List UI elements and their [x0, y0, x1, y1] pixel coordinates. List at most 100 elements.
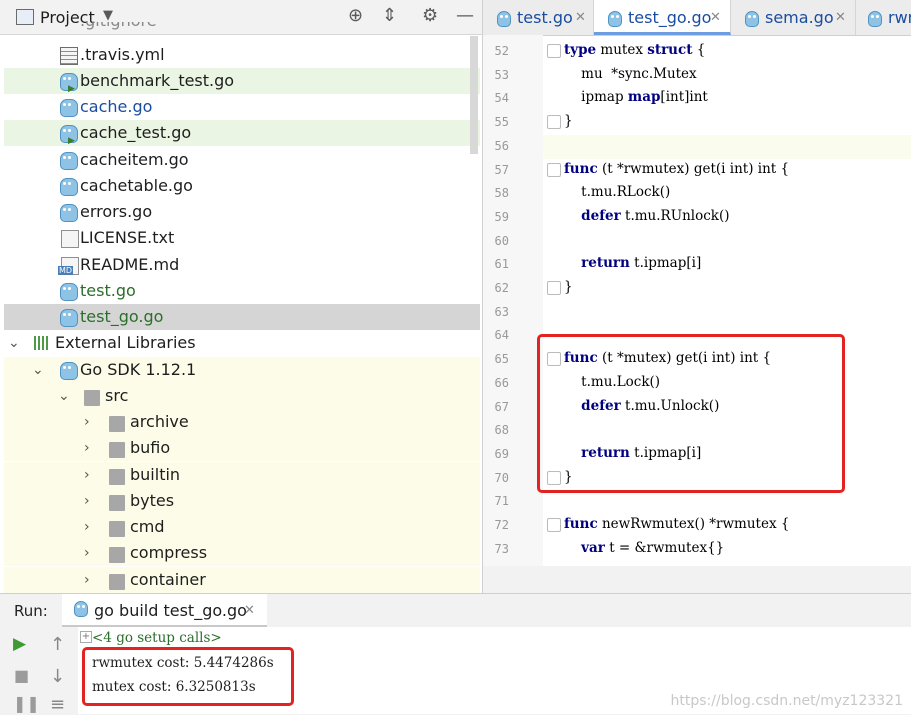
line-number: 52 [494, 44, 509, 58]
setup-calls[interactable]: <4 go setup calls> [92, 630, 222, 646]
line-number: 67 [494, 399, 509, 414]
folder-label: cmd [130, 517, 165, 536]
file-gitignore[interactable]: .gitignore [4, 22, 480, 34]
file-label: cachetable.go [80, 176, 193, 195]
chevron-right-icon[interactable]: › [84, 567, 90, 593]
file-travis-yml[interactable]: .travis.yml [4, 42, 480, 68]
close-icon[interactable]: ✕ [835, 0, 846, 35]
go-file-icon [497, 11, 511, 27]
fold-marker-icon[interactable] [547, 115, 561, 130]
line-number: 53 [494, 67, 509, 82]
line-number: 66 [494, 375, 509, 390]
folder-icon [109, 547, 125, 563]
project-panel: Project ▼ ⊕ ⇕ ⚙ — .gitignore .travis.yml… [0, 0, 483, 593]
tab-label: rwm [888, 8, 911, 27]
folder-bufio[interactable]: › bufio [4, 435, 480, 461]
go-file-icon [60, 204, 78, 222]
folder-icon [84, 390, 100, 406]
run-tab[interactable]: go build test_go.go ✕ [62, 594, 267, 627]
expand-icon[interactable]: + [80, 631, 92, 643]
folder-builtin[interactable]: › builtin [4, 462, 480, 488]
go-sdk[interactable]: ⌄ Go SDK 1.12.1 [4, 357, 480, 383]
folder-label: compress [130, 543, 208, 562]
chevron-right-icon[interactable]: › [84, 514, 90, 540]
file-cachetable[interactable]: cachetable.go [4, 173, 480, 199]
code-line: var t = &rwmutex{} [581, 539, 725, 556]
file-cacheitem[interactable]: cacheitem.go [4, 147, 480, 173]
folder-label: bufio [130, 438, 171, 457]
pause-icon[interactable]: ❚❚ [13, 694, 40, 713]
fold-marker-icon[interactable] [547, 281, 561, 295]
line-number: 71 [494, 494, 509, 509]
tab-test-go-go[interactable]: test_go.go ✕ [594, 0, 731, 35]
folder-label: bytes [130, 491, 175, 510]
run-tab-label: go build test_go.go [94, 601, 247, 620]
line-number: 73 [494, 541, 509, 556]
file-cache-go[interactable]: cache.go [4, 94, 480, 120]
close-icon[interactable]: ✕ [575, 0, 586, 35]
folder-cmd[interactable]: › cmd [4, 514, 480, 540]
code-line: t.mu.RLock() [581, 184, 671, 201]
project-scrollbar[interactable] [470, 36, 478, 154]
chevron-down-icon[interactable]: ⌄ [8, 330, 20, 356]
line-number: 65 [494, 352, 509, 367]
chevron-down-icon[interactable]: ⌄ [58, 383, 70, 409]
scroll-up-icon[interactable]: ↑ [50, 634, 65, 655]
soft-wrap-icon[interactable]: ≡ [50, 694, 65, 715]
folder-label: container [130, 570, 206, 589]
code-line: type mutex struct { [564, 42, 706, 58]
file-label: cache.go [80, 97, 153, 116]
tab-rwm[interactable]: rwm [856, 0, 911, 35]
line-number: 64 [494, 328, 509, 343]
tab-test-go[interactable]: test.go ✕ [483, 0, 594, 35]
fold-marker-icon[interactable] [547, 162, 561, 177]
folder-container[interactable]: › container [4, 567, 480, 593]
file-label: benchmark_test.go [80, 71, 235, 90]
file-test-go[interactable]: test.go [4, 278, 480, 304]
chevron-right-icon[interactable]: › [84, 488, 90, 514]
folder-icon [109, 574, 125, 590]
code-line: func (t *rwmutex) get(i int) int { [564, 160, 790, 177]
md-badge: MD [58, 266, 74, 275]
line-number: 69 [494, 446, 509, 461]
chevron-right-icon[interactable]: › [84, 435, 90, 461]
file-readme[interactable]: MD README.md [4, 252, 480, 278]
chevron-down-icon[interactable]: ⌄ [32, 357, 44, 383]
file-license[interactable]: LICENSE.txt [4, 225, 480, 251]
chevron-down-icon[interactable]: ▼ [103, 8, 113, 23]
scroll-down-icon[interactable]: ↓ [50, 666, 65, 687]
code-line: } [564, 113, 573, 130]
file-label: .gitignore [80, 22, 157, 34]
folder-compress[interactable]: › compress [4, 540, 480, 566]
code-line: defer t.mu.RUnlock() [581, 207, 730, 224]
file-cache-test[interactable]: ▶ cache_test.go [4, 120, 480, 146]
src-folder[interactable]: ⌄ src [4, 383, 480, 409]
chevron-right-icon[interactable]: › [84, 462, 90, 488]
close-icon[interactable]: ✕ [710, 0, 721, 35]
external-libraries-label: External Libraries [55, 333, 196, 352]
code-line: func newRwmutex() *rwmutex { [564, 516, 790, 532]
close-icon[interactable]: ✕ [244, 603, 255, 618]
file-label: LICENSE.txt [80, 228, 175, 247]
tab-sema-go[interactable]: sema.go ✕ [731, 0, 856, 35]
line-number: 56 [494, 138, 509, 153]
chevron-right-icon[interactable]: › [84, 409, 90, 435]
folder-bytes[interactable]: › bytes [4, 488, 480, 514]
folder-archive[interactable]: › archive [4, 409, 480, 435]
go-file-icon [745, 11, 759, 27]
chevron-right-icon[interactable]: › [84, 540, 90, 566]
rerun-icon[interactable]: ▶ [13, 634, 26, 654]
go-file-icon [60, 283, 78, 301]
code-line: mu *sync.Mutex [581, 65, 697, 82]
file-test-go-go[interactable]: test_go.go [4, 304, 480, 330]
external-libraries[interactable]: ⌄ External Libraries [4, 330, 480, 356]
code-line: ipmap map[int]int [581, 89, 708, 106]
file-errors[interactable]: errors.go [4, 199, 480, 225]
file-benchmark-test[interactable]: ▶ benchmark_test.go [4, 68, 480, 94]
file-label: errors.go [80, 202, 153, 221]
stop-icon[interactable]: ■ [14, 666, 29, 685]
file-label: test.go [80, 281, 136, 300]
fold-marker-icon[interactable] [547, 44, 561, 58]
fold-marker-icon[interactable] [547, 518, 561, 532]
file-label: cache_test.go [80, 123, 192, 142]
